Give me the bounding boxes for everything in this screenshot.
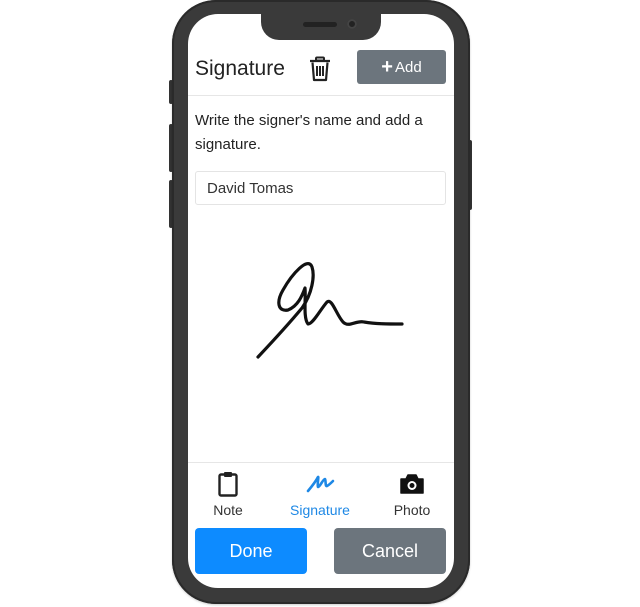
instruction-text: Write the signer's name and add a signat… <box>195 112 423 153</box>
tab-photo[interactable]: Photo <box>368 471 454 523</box>
clipboard-icon <box>218 471 238 497</box>
bottom-tab-bar: Note Signature Photo <box>188 462 454 524</box>
front-camera <box>347 19 357 29</box>
tab-photo-label: Photo <box>393 502 431 518</box>
cancel-button[interactable]: Cancel <box>334 528 446 574</box>
signature-pad[interactable] <box>188 214 454 462</box>
signature-icon <box>305 471 335 497</box>
add-button[interactable]: + Add <box>357 50 446 84</box>
signature-stroke <box>256 262 404 359</box>
signer-name-input[interactable] <box>195 171 446 205</box>
header-bar: Signature + Add <box>188 48 454 96</box>
tab-signature[interactable]: Signature <box>276 471 364 523</box>
plus-icon: + <box>381 56 393 78</box>
trash-icon[interactable] <box>309 56 331 82</box>
done-button[interactable]: Done <box>195 528 307 574</box>
tab-signature-label: Signature <box>290 502 350 518</box>
add-button-label: Add <box>394 58 422 76</box>
tab-note-label: Note <box>213 502 243 518</box>
page-title: Signature <box>195 57 285 80</box>
speaker-grille <box>303 22 337 27</box>
tab-note[interactable]: Note <box>188 471 272 523</box>
camera-icon <box>399 471 425 497</box>
app-screen: Signature + Add Write the signer's name … <box>188 14 454 588</box>
